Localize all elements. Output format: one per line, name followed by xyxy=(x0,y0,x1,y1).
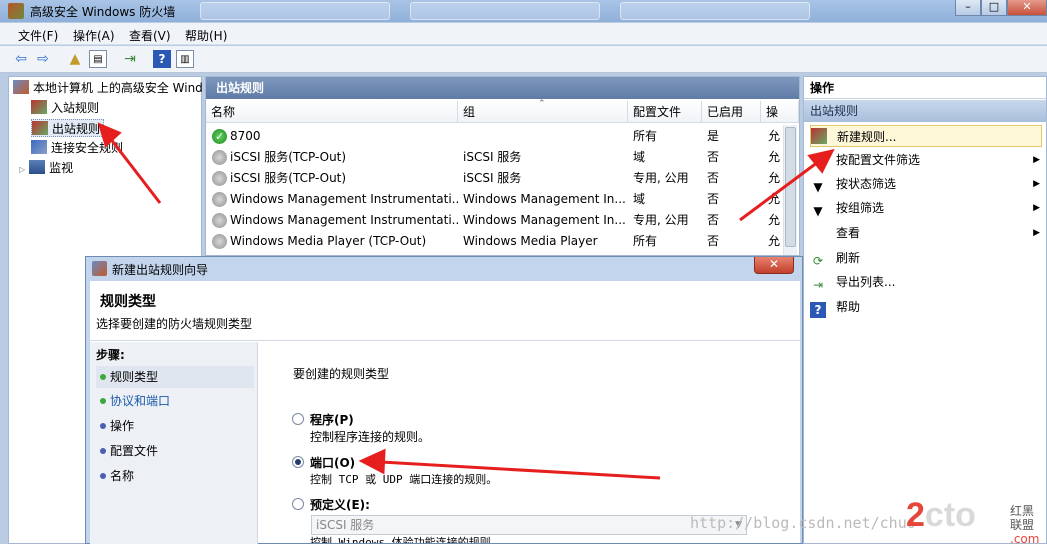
annotation-arrows xyxy=(97,122,835,480)
arrow-to-port xyxy=(379,460,661,480)
arrow-to-outbound xyxy=(108,137,162,204)
watermark-url: http://blog.csdn.net/chuo xyxy=(690,514,916,532)
arrow-to-new-rule xyxy=(739,160,819,222)
watermark-logo: 2cto xyxy=(906,496,976,534)
arrowhead xyxy=(358,448,386,475)
watermark-logo-side: 红黑联盟 .com xyxy=(1010,504,1040,544)
arrowhead xyxy=(97,122,122,148)
arrowhead xyxy=(807,148,835,174)
